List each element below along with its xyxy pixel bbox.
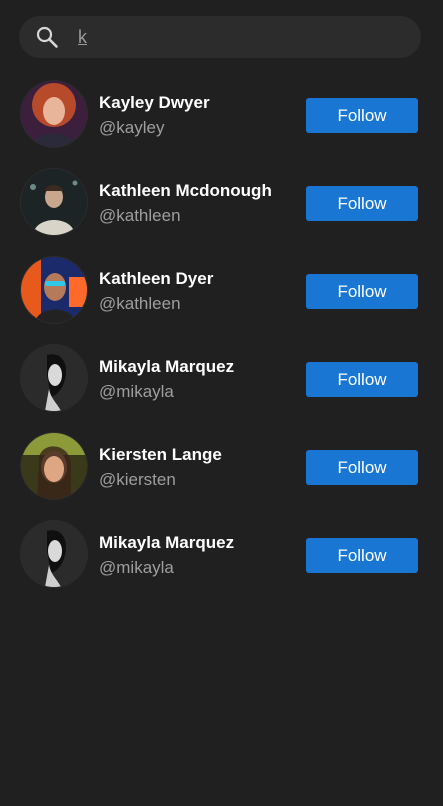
user-handle: @mikayla (99, 382, 174, 401)
user-name: Mikayla Marquez (99, 357, 235, 376)
list-item[interactable]: Kayley Dwyer @kayley Follow (0, 71, 443, 159)
user-name: Kayley Dwyer (99, 93, 210, 112)
user-handle: @kathleen (99, 206, 181, 225)
list-item[interactable]: Mikayla Marquez @mikayla Follow (0, 335, 443, 423)
user-handle: @kathleen (99, 294, 181, 313)
search-input[interactable] (78, 22, 398, 52)
search-bar[interactable] (19, 16, 421, 58)
follow-button[interactable]: Follow (306, 98, 418, 133)
avatar[interactable] (21, 257, 87, 323)
list-item[interactable]: Kathleen Mcdonough @kathleen Follow (0, 159, 443, 247)
user-name: Mikayla Marquez (99, 533, 235, 552)
user-search-screen: Kayley Dwyer @kayley Follow Kathleen Mcd… (0, 0, 443, 806)
user-name: Kathleen Dyer (99, 269, 214, 288)
user-name: Kiersten Lange (99, 445, 222, 464)
list-item[interactable]: Mikayla Marquez @mikayla Follow (0, 511, 443, 599)
list-item[interactable]: Kathleen Dyer @kathleen Follow (0, 247, 443, 335)
user-name: Kathleen Mcdonough (99, 181, 272, 200)
follow-button[interactable]: Follow (306, 186, 418, 221)
search-icon (36, 26, 58, 48)
user-handle: @mikayla (99, 558, 174, 577)
follow-button[interactable]: Follow (306, 274, 418, 309)
user-list: Kayley Dwyer @kayley Follow Kathleen Mcd… (0, 71, 443, 599)
avatar[interactable] (21, 169, 87, 235)
follow-button[interactable]: Follow (306, 450, 418, 485)
avatar[interactable] (21, 345, 87, 411)
list-item[interactable]: Kiersten Lange @kiersten Follow (0, 423, 443, 511)
follow-button[interactable]: Follow (306, 538, 418, 573)
follow-button[interactable]: Follow (306, 362, 418, 397)
avatar[interactable] (21, 521, 87, 587)
avatar[interactable] (21, 81, 87, 147)
user-handle: @kiersten (99, 470, 176, 489)
user-handle: @kayley (99, 118, 165, 137)
avatar[interactable] (21, 433, 87, 499)
